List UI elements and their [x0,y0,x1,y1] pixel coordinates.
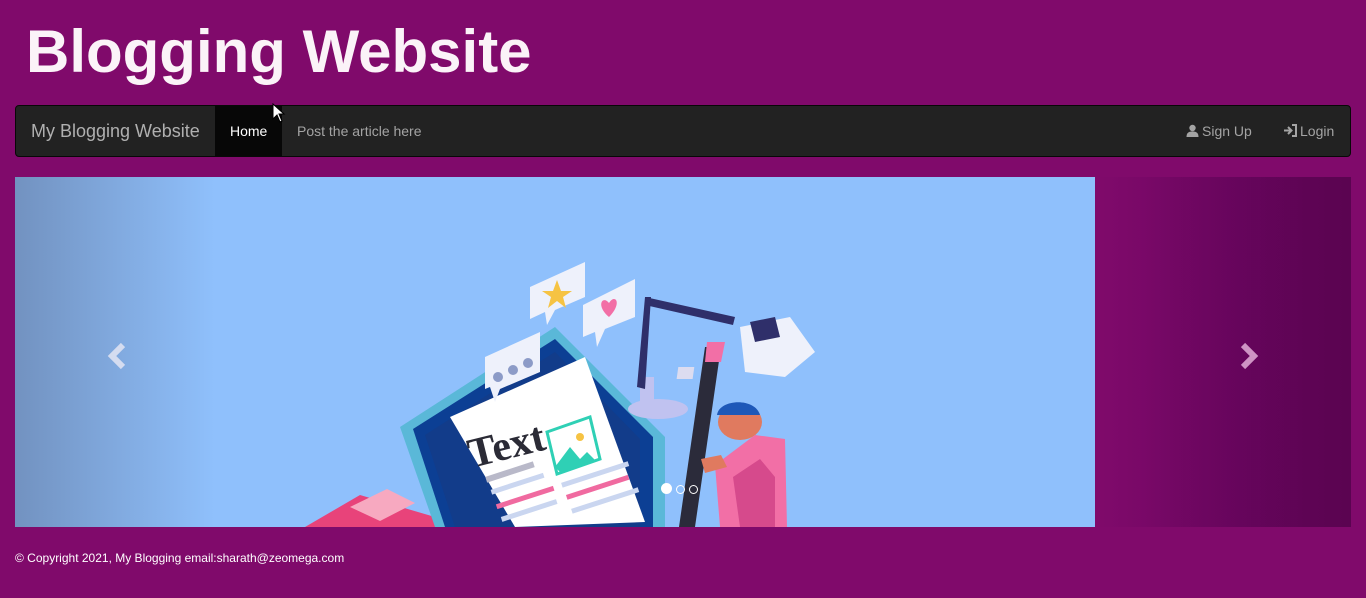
login-link[interactable]: Login [1268,106,1349,156]
login-label: Login [1300,123,1335,139]
chevron-right-icon [1240,342,1259,370]
navbar: My Blogging Website Home Post the articl… [15,105,1351,157]
login-icon [1284,124,1297,137]
carousel-indicator-2[interactable] [676,485,685,494]
sign-up-label: Sign Up [1202,123,1252,139]
navbar-brand[interactable]: My Blogging Website [31,106,200,156]
carousel-next-button[interactable] [1233,341,1263,371]
site-title: Blogging Website [26,18,532,85]
carousel-indicator-1[interactable] [661,483,672,494]
carousel: Text [15,177,1351,527]
carousel-indicator-3[interactable] [689,485,698,494]
user-icon [1186,124,1199,137]
nav-item-post-article[interactable]: Post the article here [282,106,437,156]
mouse-cursor-icon [272,103,286,123]
carousel-indicators [661,481,702,494]
chevron-left-icon [107,342,126,370]
footer-copyright: © Copyright 2021, My Blogging email:shar… [15,551,345,565]
sign-up-link[interactable]: Sign Up [1171,106,1267,156]
carousel-prev-button[interactable] [103,341,133,371]
